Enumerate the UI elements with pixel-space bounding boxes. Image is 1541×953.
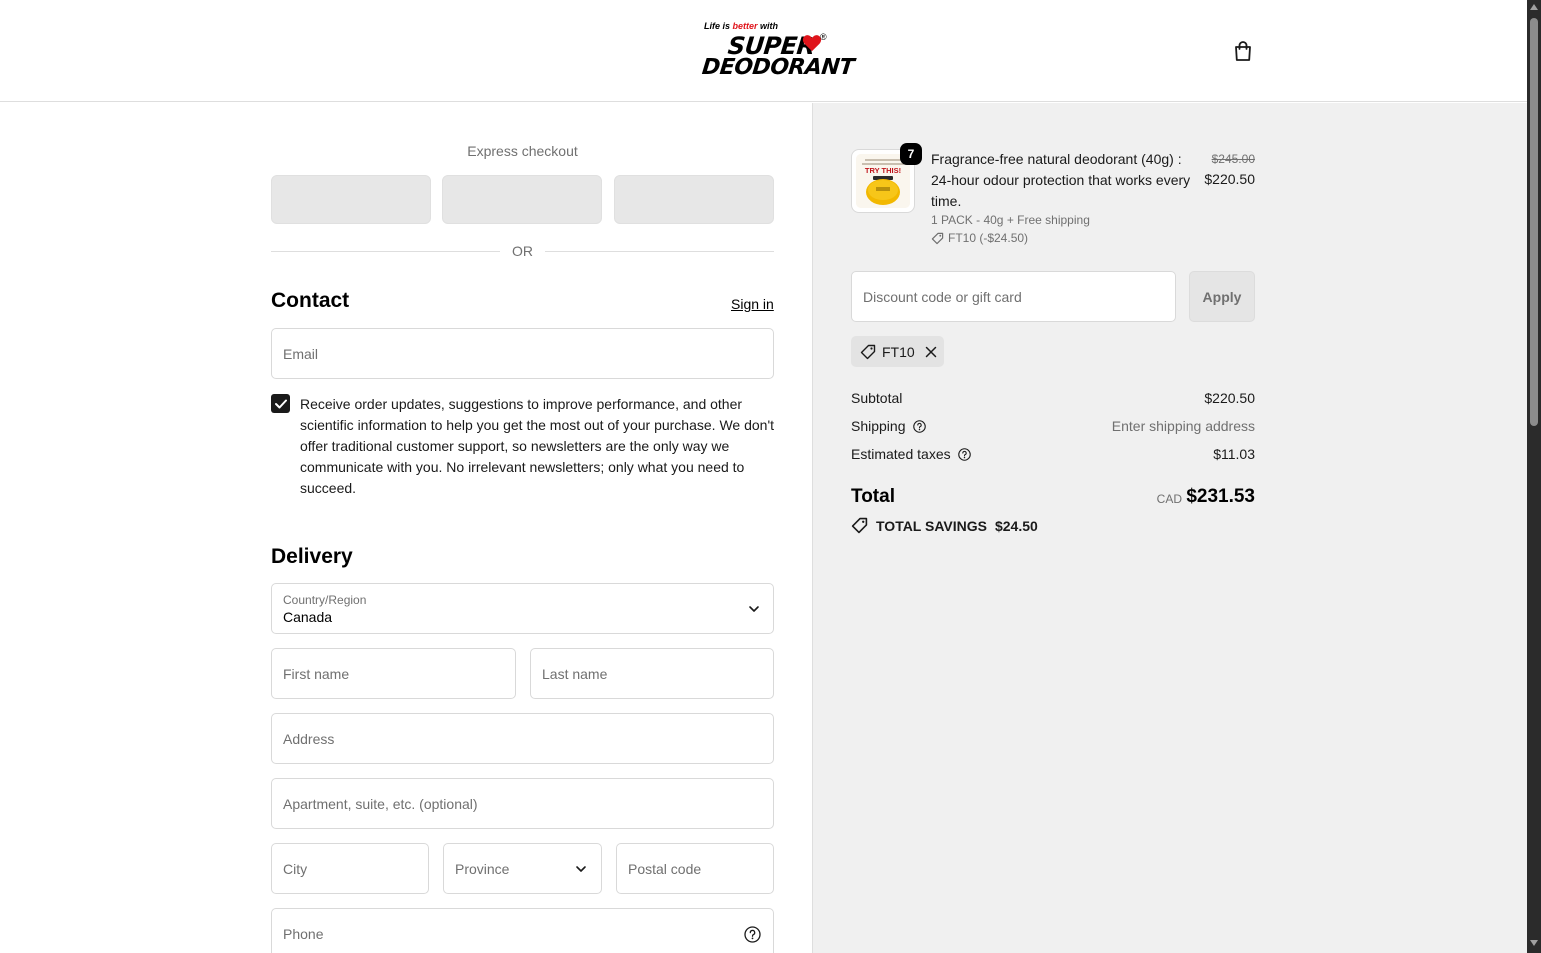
product-price-final: $220.50 <box>1204 171 1255 187</box>
product-variant: 1 PACK - 40g + Free shipping <box>931 213 1090 227</box>
address-input[interactable] <box>272 714 773 763</box>
total-value: $231.53 <box>1186 486 1255 507</box>
shipping-label-wrap: Shipping <box>851 418 926 434</box>
scrollbar-thumb[interactable] <box>1530 18 1538 426</box>
scroll-down-arrow-icon[interactable] <box>1530 940 1538 946</box>
apply-discount-button[interactable]: Apply <box>1189 271 1255 322</box>
help-circle-icon[interactable] <box>957 447 971 461</box>
subtotal-row: Subtotal $220.50 <box>851 390 1255 410</box>
country-select[interactable]: Country/Region Canada <box>271 583 774 634</box>
postal-code-field[interactable] <box>616 843 774 894</box>
city-field[interactable] <box>271 843 429 894</box>
apartment-field[interactable] <box>271 778 774 829</box>
subtotal-label: Subtotal <box>851 390 903 406</box>
cart-button[interactable] <box>1230 38 1256 64</box>
delivery-heading: Delivery <box>271 545 353 568</box>
phone-field[interactable] <box>271 908 774 953</box>
newsletter-consent-text: Receive order updates, suggestions to im… <box>300 396 775 496</box>
shopping-bag-icon <box>1235 41 1251 61</box>
express-checkout-title: Express checkout <box>467 143 578 159</box>
logo-registered-mark: ® <box>820 32 827 42</box>
city-input[interactable] <box>272 844 428 893</box>
logo-tagline: Life is better with <box>704 21 779 31</box>
help-circle-icon[interactable] <box>744 926 761 943</box>
total-savings: TOTAL SAVINGS $24.50 <box>851 517 1038 534</box>
discount-code-field[interactable] <box>851 271 1176 322</box>
sign-in-link[interactable]: Sign in <box>731 296 774 312</box>
email-field[interactable] <box>271 328 774 379</box>
express-pay-button-1[interactable] <box>271 175 431 224</box>
subtotal-value: $220.50 <box>1204 390 1255 406</box>
close-icon <box>925 346 936 357</box>
address-field[interactable] <box>271 713 774 764</box>
product-price-original: $245.00 <box>1211 152 1255 166</box>
checkmark-icon <box>274 399 287 408</box>
first-name-field[interactable] <box>271 648 516 699</box>
taxes-value: $11.03 <box>1213 446 1255 462</box>
province-placeholder: Province <box>455 861 510 877</box>
header: Life is better with SUPER ® DEODORANT <box>0 0 1527 102</box>
total-savings-label: TOTAL SAVINGS <box>876 517 987 534</box>
newsletter-checkbox[interactable] <box>271 394 290 413</box>
scroll-up-arrow-icon[interactable] <box>1530 4 1538 10</box>
shipping-row: Shipping Enter shipping address <box>851 418 1255 438</box>
chevron-down-icon <box>576 866 586 872</box>
chevron-down-icon <box>749 606 759 612</box>
logo-word-deodorant: DEODORANT <box>700 55 856 80</box>
email-input[interactable] <box>272 329 773 378</box>
total-currency: CAD <box>1156 492 1182 506</box>
total-savings-value: $24.50 <box>994 517 1038 534</box>
first-name-input[interactable] <box>272 649 515 698</box>
express-pay-button-3[interactable] <box>614 175 774 224</box>
last-name-input[interactable] <box>531 649 773 698</box>
product-name: Fragrance-free natural deodorant (40g) :… <box>931 151 1191 209</box>
product-discount: FT10 (-$24.50) <box>931 231 1028 245</box>
shipping-value: Enter shipping address <box>1111 418 1255 434</box>
remove-discount-button[interactable] <box>925 346 937 358</box>
phone-input[interactable] <box>272 909 773 953</box>
apartment-input[interactable] <box>272 779 773 828</box>
country-value: Canada <box>283 609 333 625</box>
help-circle-icon[interactable] <box>912 419 926 433</box>
tag-icon <box>860 344 876 359</box>
shipping-label: Shipping <box>851 418 906 434</box>
or-divider: OR <box>271 242 774 262</box>
total-label: Total <box>851 486 895 507</box>
product-discount-text: FT10 (-$24.50) <box>948 231 1029 245</box>
tag-icon <box>931 232 944 244</box>
postal-code-input[interactable] <box>617 844 773 893</box>
applied-discount-code: FT10 <box>882 343 915 360</box>
contact-heading: Contact <box>271 289 350 312</box>
last-name-field[interactable] <box>530 648 774 699</box>
divider-line-right <box>545 251 774 252</box>
heart-icon <box>802 35 822 52</box>
taxes-label: Estimated taxes <box>851 446 951 462</box>
product-image-text: TRY THIS! <box>865 166 901 175</box>
province-select[interactable]: Province <box>443 843 602 894</box>
super-deodorant-logo[interactable]: Life is better with SUPER ® DEODORANT <box>701 20 855 82</box>
taxes-label-wrap: Estimated taxes <box>851 446 971 462</box>
tag-icon <box>851 517 868 534</box>
country-label: Country/Region <box>283 593 367 607</box>
page-scrollbar[interactable] <box>1527 0 1541 953</box>
express-pay-button-2[interactable] <box>442 175 602 224</box>
applied-discount-chip: FT10 <box>851 336 944 367</box>
quantity-badge: 7 <box>900 143 922 165</box>
discount-code-input[interactable] <box>852 272 1175 321</box>
taxes-row: Estimated taxes $11.03 <box>851 446 1255 466</box>
